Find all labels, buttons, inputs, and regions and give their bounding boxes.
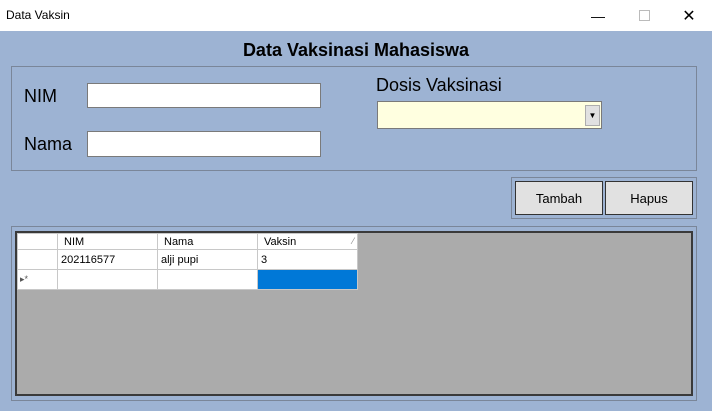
close-icon: ✕ xyxy=(682,7,696,25)
data-grid[interactable]: NIM Nama Vaksin ⁄ 202116577 alji pupi 3 ▸… xyxy=(15,231,693,396)
nim-label: NIM xyxy=(24,86,57,106)
cell-vaksin[interactable]: 3 xyxy=(257,249,358,270)
new-row-marker: ▸* xyxy=(17,269,58,290)
dosis-label: Dosis Vaksinasi xyxy=(376,75,502,95)
column-header-nim[interactable]: NIM xyxy=(57,233,158,250)
row-header-corner xyxy=(17,233,58,250)
new-cell-vaksin[interactable] xyxy=(257,269,358,290)
new-cell-nama[interactable] xyxy=(157,269,258,290)
cell-nim[interactable]: 202116577 xyxy=(57,249,158,270)
page-title: Data Vaksinasi Mahasiswa xyxy=(242,40,470,60)
title-bar: Data Vaksin — ✕ xyxy=(0,0,712,31)
dropdown-button[interactable]: ▼ xyxy=(585,105,600,126)
row-header[interactable] xyxy=(17,249,58,270)
new-cell-nim[interactable] xyxy=(57,269,158,290)
grid-header-row: NIM Nama Vaksin ⁄ xyxy=(17,233,358,250)
column-header-nama[interactable]: Nama xyxy=(157,233,258,250)
nim-input[interactable] xyxy=(87,83,321,108)
chevron-down-icon: ▼ xyxy=(588,111,597,120)
nama-label: Nama xyxy=(24,134,73,154)
hapus-button[interactable]: Hapus xyxy=(605,181,693,215)
grid-table: NIM Nama Vaksin ⁄ 202116577 alji pupi 3 ▸… xyxy=(17,233,358,290)
window-title: Data Vaksin xyxy=(6,8,70,22)
column-header-vaksin[interactable]: Vaksin ⁄ xyxy=(257,233,358,250)
sort-icon: ⁄ xyxy=(352,235,354,246)
table-row[interactable]: 202116577 alji pupi 3 xyxy=(17,249,358,270)
tambah-button[interactable]: Tambah xyxy=(515,181,603,215)
minimize-button[interactable]: — xyxy=(575,0,621,31)
nama-input[interactable] xyxy=(87,131,321,157)
cell-nama[interactable]: alji pupi xyxy=(157,249,258,270)
close-button[interactable]: ✕ xyxy=(666,0,712,31)
maximize-button[interactable] xyxy=(621,0,667,31)
maximize-icon xyxy=(638,10,650,21)
minimize-icon: — xyxy=(591,7,605,24)
new-row[interactable]: ▸* xyxy=(17,269,358,290)
dosis-select[interactable]: ▼ xyxy=(377,101,602,129)
